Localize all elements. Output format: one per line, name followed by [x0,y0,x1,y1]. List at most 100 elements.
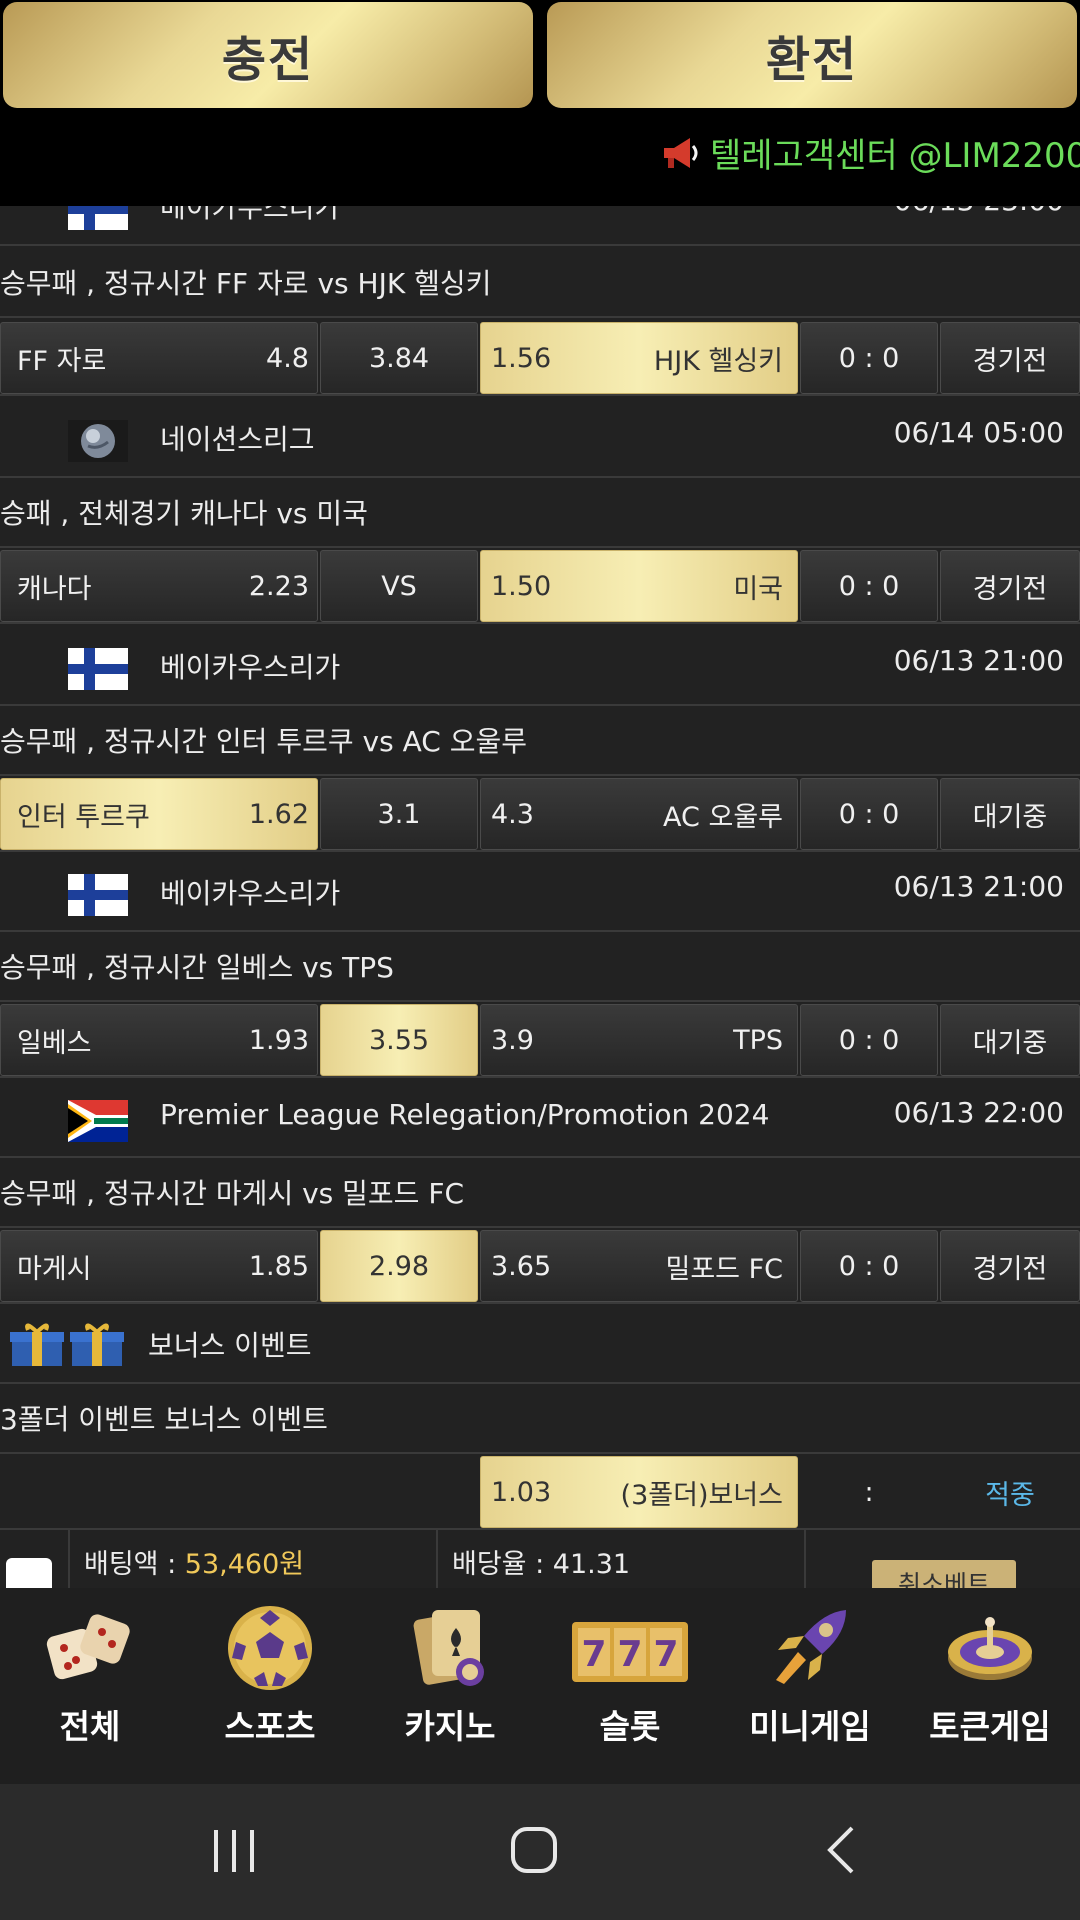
nav-label: 스포츠 [224,1707,316,1746]
away-odds: 3.9 [491,1024,534,1056]
back-icon[interactable] [800,1820,880,1880]
globe-icon [68,420,128,462]
nav-item-minigame[interactable]: 미니게임 [720,1588,900,1784]
away-odds-button[interactable]: 1.50 미국 [480,550,798,622]
away-team: HJK 헬싱키 [653,345,783,377]
select-checkbox[interactable] [6,1558,52,1588]
away-odds-button[interactable]: 3.9 TPS [480,1004,798,1076]
status: 경기전 [940,550,1080,622]
league-name: 베이카우스리가 [160,877,341,910]
league-name: Premier League Relegation/Promotion 2024 [160,1098,770,1131]
svg-text:7: 7 [653,1634,678,1675]
exchange-button[interactable]: 환전 [547,2,1077,108]
bet-slip: 배팅액 : 53,460원 배당율 : 41.31 취소베트 [0,1528,1080,1588]
home-icon[interactable] [494,1820,574,1880]
nav-label: 카지노 [404,1707,496,1746]
odds-row: 1.03 (3폴더)보너스 : 적중 [0,1454,1080,1530]
odds-row: FF 자로 4.8 3.84 1.56 HJK 헬싱키 0 : 0 경기전 [0,320,1080,396]
draw-odds: 2.98 [368,1250,430,1282]
market-text: 승무패 , 정규시간 일베스 vs TPS [0,951,394,984]
home-team: 캐나다 [17,573,92,605]
cancel-bet-button[interactable]: 취소베트 [872,1560,1016,1588]
finland-flag-icon [68,648,128,690]
league-name: 보너스 이벤트 [148,1329,312,1362]
match-time: 06/14 05:00 [893,416,1064,449]
south-africa-flag-icon [68,1100,128,1142]
market-text: 승패 , 전체경기 캐나다 vs 미국 [0,497,368,530]
draw-odds-button[interactable]: 3.1 [320,778,478,850]
market-text: 승무패 , 정규시간 인터 투르쿠 vs AC 오울루 [0,725,527,758]
home-odds-button[interactable]: 캐나다 2.23 [0,550,318,622]
status: 경기전 [940,322,1080,394]
nav-label: 미니게임 [749,1707,871,1746]
home-odds-button[interactable]: 마게시 1.85 [0,1230,318,1302]
status: 경기전 [940,1230,1080,1302]
home-odds: 2.23 [248,570,309,602]
match-time: 06/13 23:00 [894,206,1064,217]
match-time: 06/13 21:00 [893,870,1064,903]
home-odds: 4.8 [266,342,309,374]
nav-item-token-game[interactable]: 토큰게임 [900,1588,1080,1784]
market-row: 승무패 , 정규시간 일베스 vs TPS [0,932,1080,1002]
league-name: 네이션스리그 [160,423,315,456]
nav-label: 전체 [59,1707,121,1746]
market-text: 3폴더 이벤트 보너스 이벤트 [0,1403,328,1436]
league-row: 베이카우스리가 06/13 23:00 [0,206,1080,246]
draw-odds-button[interactable]: VS [320,550,478,622]
home-team: 일베스 [17,1027,92,1059]
draw-odds-button[interactable]: 2.98 [320,1230,478,1302]
home-team: FF 자로 [17,345,107,377]
away-odds: 1.50 [491,570,552,602]
home-odds: 1.62 [248,798,309,830]
market-row: 승무패 , 정규시간 마게시 vs 밀포드 FC [0,1158,1080,1228]
match-list: 베이카우스리가 06/13 23:00 승무패 , 정규시간 FF 자로 vs … [0,206,1080,1588]
away-odds: 1.56 [491,342,552,374]
home-odds-button[interactable]: 일베스 1.93 [0,1004,318,1076]
nav-label: 슬롯 [599,1707,661,1746]
market-row: 승무패 , 정규시간 인터 투르쿠 vs AC 오울루 [0,706,1080,776]
bet-amount-field: 배팅액 : 53,460원 [84,1542,304,1581]
draw-odds: 3.55 [368,1024,430,1056]
nav-item-sports[interactable]: 스포츠 [180,1588,360,1784]
away-odds-button[interactable]: 4.3 AC 오울루 [480,778,798,850]
draw-odds: 3.84 [368,342,430,374]
rocket-icon [776,1610,846,1684]
market-text: 승무패 , 정규시간 FF 자로 vs HJK 헬싱키 [0,267,492,300]
score: 0 : 0 [800,778,938,850]
home-odds-button[interactable]: 인터 투르쿠 1.62 [0,778,318,850]
cards-icon [413,1610,484,1686]
charge-button[interactable]: 충전 [3,2,533,108]
home-team: 마게시 [17,1253,92,1285]
svg-text:7: 7 [581,1634,606,1675]
home-team: 인터 투르쿠 [17,801,150,833]
nav-item-slots[interactable]: 7 7 7 슬롯 [540,1588,720,1784]
league-row: 베이카우스리가 06/13 21:00 [0,852,1080,932]
payout-rate-label: 배당율 : [452,1549,553,1580]
away-odds-button[interactable]: 1.56 HJK 헬싱키 [480,322,798,394]
score: 0 : 0 [800,1004,938,1076]
soccer-ball-icon [228,1606,312,1690]
league-row: 베이카우스리가 06/13 21:00 [0,626,1080,706]
away-team: 밀포드 FC [665,1253,784,1285]
match-time: 06/13 21:00 [893,644,1064,677]
status: 대기중 [940,1004,1080,1076]
draw-odds-button[interactable]: 3.55 [320,1004,478,1076]
top-bar: 충전 환전 텔레고객센터 @LIM2200 / [0,0,1080,206]
bonus-odds-button[interactable]: 1.03 (3폴더)보너스 [480,1456,798,1528]
odds-row: 캐나다 2.23 VS 1.50 미국 0 : 0 경기전 [0,548,1080,624]
league-row: Premier League Relegation/Promotion 2024… [0,1078,1080,1158]
home-odds-button[interactable]: FF 자로 4.8 [0,322,318,394]
slot-777-icon: 7 7 7 [572,1622,688,1682]
recent-apps-icon[interactable] [194,1820,274,1880]
draw-odds-button[interactable]: 3.84 [320,322,478,394]
away-odds-button[interactable]: 3.65 밀포드 FC [480,1230,798,1302]
league-name: 베이카우스리가 [160,651,341,684]
away-team: 미국 [733,573,783,605]
nav-item-casino[interactable]: 카지노 [360,1588,540,1784]
bonus-label: (3폴더)보너스 [620,1479,783,1511]
away-team: AC 오울루 [663,801,783,833]
away-odds: 3.65 [491,1250,552,1282]
gift-box-icon [10,1323,124,1366]
nav-item-all[interactable]: 전체 [0,1588,180,1784]
roulette-icon [948,1617,1032,1680]
